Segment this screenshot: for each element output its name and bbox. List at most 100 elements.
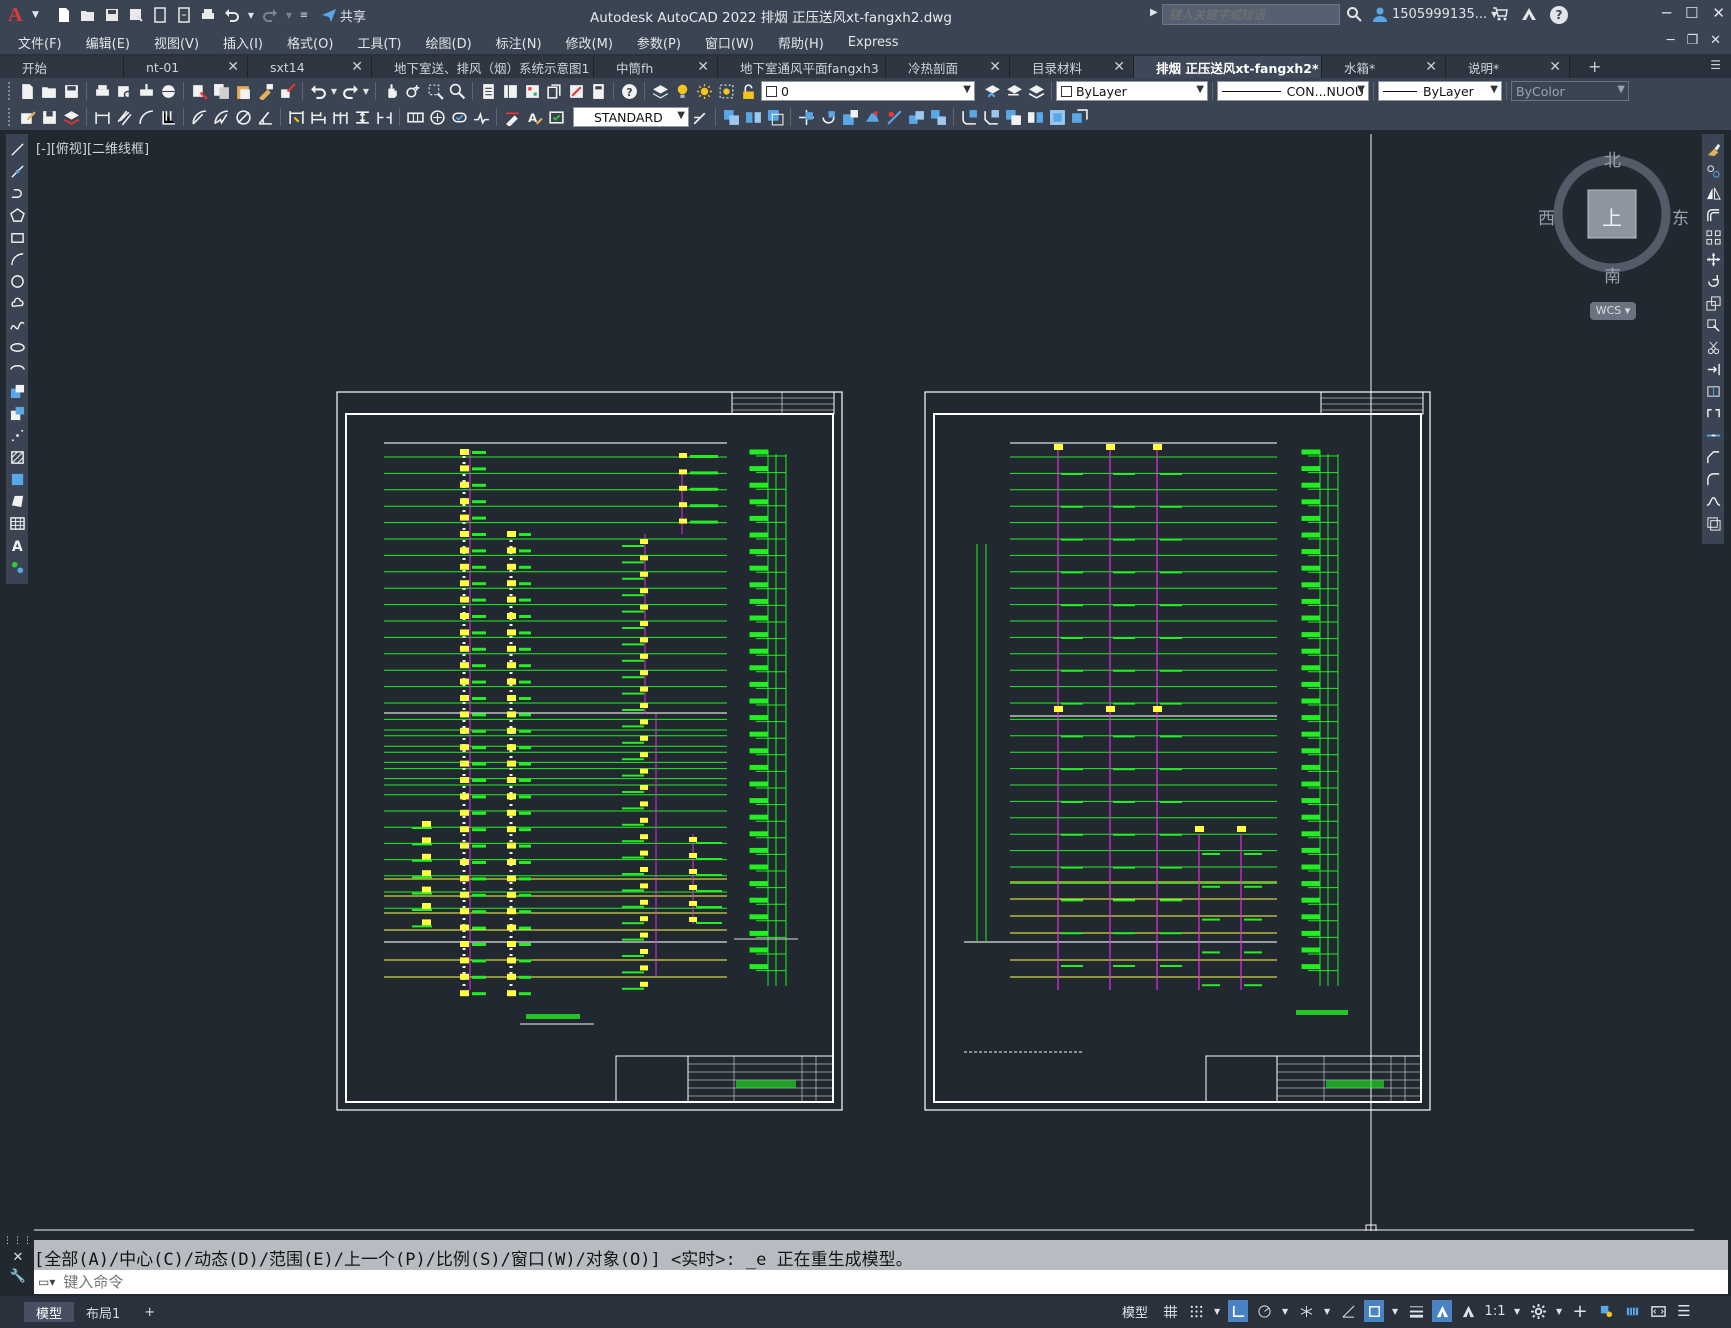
annotation-visibility-icon[interactable] [1432,1300,1453,1322]
polyline-icon[interactable] [7,182,27,204]
layer-unlock-icon[interactable] [737,80,759,102]
rotate-icon[interactable] [1703,270,1723,292]
jogged-linear-icon[interactable] [470,106,492,128]
blend-curves-icon[interactable] [1703,490,1723,512]
layer-properties-icon[interactable] [649,80,671,102]
snap-dropdown-icon[interactable]: ▼ [1212,1300,1222,1322]
tab-model[interactable]: 模型 [24,1302,75,1322]
break-object-icon[interactable] [927,106,949,128]
menu-format[interactable]: 格式(O) [287,33,333,52]
tab-water-tank[interactable]: 水箱* ✕ [1322,56,1446,78]
minimize-icon[interactable]: ─ [1662,4,1671,22]
add-selected-icon[interactable] [7,556,27,578]
viewcube-west[interactable]: 西 [1538,204,1555,229]
stretch-object-icon[interactable] [861,106,883,128]
dim-diameter-icon[interactable] [232,106,254,128]
arc-icon[interactable] [7,248,27,270]
layer-on-bulb-icon[interactable] [671,80,693,102]
circle-icon[interactable] [7,270,27,292]
tab-notes[interactable]: 说明* ✕ [1446,56,1570,78]
redo-dropdown-icon[interactable]: ▼ [361,80,371,102]
break-at-point-icon[interactable] [1703,380,1723,402]
scale-icon[interactable] [1703,292,1723,314]
make-current-layer-icon[interactable] [981,80,1003,102]
tab-hvac-section[interactable]: 冷热剖面 ✕ [886,56,1010,78]
zoom-window-icon[interactable] [424,80,446,102]
layer-walk-icon[interactable] [60,106,82,128]
add-scale-plus-icon[interactable]: + [1570,1300,1590,1322]
paste-icon[interactable] [232,80,254,102]
dimension-edit-icon[interactable] [16,106,38,128]
plot-preview-icon[interactable] [113,80,135,102]
chamfer-icon[interactable] [1703,446,1723,468]
open-file-icon[interactable] [79,6,97,24]
isometric-dropdown-icon[interactable]: ▼ [1322,1300,1332,1322]
redo-icon[interactable] [339,80,361,102]
tab-nt-01[interactable]: nt-01 ✕ [124,56,248,78]
point-icon[interactable] [7,424,27,446]
extend-object-icon[interactable] [905,106,927,128]
menu-window[interactable]: 窗口(W) [705,33,754,52]
dim-linear-icon[interactable] [91,106,113,128]
mirror-icon[interactable] [1703,182,1723,204]
gradient-icon[interactable] [7,468,27,490]
pan-icon[interactable] [380,80,402,102]
viewcube-north[interactable]: 北 [1604,146,1621,171]
doc-restore-icon[interactable]: ❐ [1686,33,1698,48]
autocad-logo-icon[interactable]: A [8,4,30,26]
rotate-object-icon[interactable] [817,106,839,128]
fillet-icon[interactable] [1703,468,1723,490]
tab-sxt14[interactable]: sxt14 ✕ [248,56,372,78]
design-center-panel-icon[interactable] [499,80,521,102]
hatch-icon[interactable] [7,446,27,468]
viewcube-east[interactable]: 东 [1672,204,1689,229]
cut-icon[interactable] [188,80,210,102]
app-menu-dropdown-icon[interactable]: ▼ [32,10,39,20]
redo-icon[interactable] [261,6,279,24]
block-editor-icon[interactable] [276,80,298,102]
layer-state-icon[interactable] [1025,80,1047,102]
break-icon[interactable] [1703,402,1723,424]
menu-insert[interactable]: 插入(I) [223,33,263,52]
doc-minimize-icon[interactable]: ─ [1667,33,1675,48]
polar-dropdown-icon[interactable]: ▼ [1280,1300,1290,1322]
tab-close-icon[interactable]: ✕ [1425,59,1437,75]
join-icon[interactable] [1002,106,1024,128]
revision-cloud-icon[interactable] [7,292,27,314]
dim-baseline-icon[interactable] [307,106,329,128]
tab-start[interactable]: 开始 [0,56,124,78]
scale-object-icon[interactable] [839,106,861,128]
menu-file[interactable]: 文件(F) [18,33,62,52]
tab-close-icon[interactable]: ✕ [351,59,363,75]
ellipse-icon[interactable] [7,336,27,358]
fillet-icon[interactable] [958,106,980,128]
command-customize-wrench-icon[interactable]: 🔧 [10,1269,26,1284]
workspace-dropdown-icon[interactable]: ▼ [1554,1300,1564,1322]
save-as-icon[interactable] [127,6,145,24]
menu-parametric[interactable]: 参数(P) [637,33,681,52]
inspect-icon[interactable] [448,106,470,128]
viewport-controls-label[interactable]: [-][俯视][二维线框] [36,138,149,157]
make-block-icon[interactable] [7,402,27,424]
undo-dropdown-icon[interactable]: ▼ [247,6,255,24]
help-button[interactable]: ? [1550,6,1568,24]
tab-layout1[interactable]: 布局1 [74,1302,132,1322]
sheet-set-icon[interactable] [543,80,565,102]
quick-dim-icon[interactable] [285,106,307,128]
snap-icon[interactable] [1186,1300,1206,1322]
viewcube[interactable]: 北 南 东 西 上 [1538,146,1689,328]
tolerance-icon[interactable] [404,106,426,128]
trim-object-icon[interactable] [883,106,905,128]
menu-edit[interactable]: 编辑(E) [86,33,130,52]
menu-tools[interactable]: 工具(T) [357,33,401,52]
dim-style-dropdown[interactable]: STANDARD ▼ [573,107,689,127]
copy-object-icon[interactable] [720,106,742,128]
menu-view[interactable]: 视图(V) [154,33,199,52]
layer-viewport-freeze-icon[interactable] [715,80,737,102]
copy-icon[interactable] [210,80,232,102]
zoom-realtime-icon[interactable] [402,80,424,102]
ortho-icon[interactable] [1228,1300,1249,1322]
toolbar-grip[interactable] [8,108,12,126]
user-account[interactable]: 1505999135... ▼ [1372,6,1497,22]
new-tab-button[interactable]: + [1588,56,1601,78]
